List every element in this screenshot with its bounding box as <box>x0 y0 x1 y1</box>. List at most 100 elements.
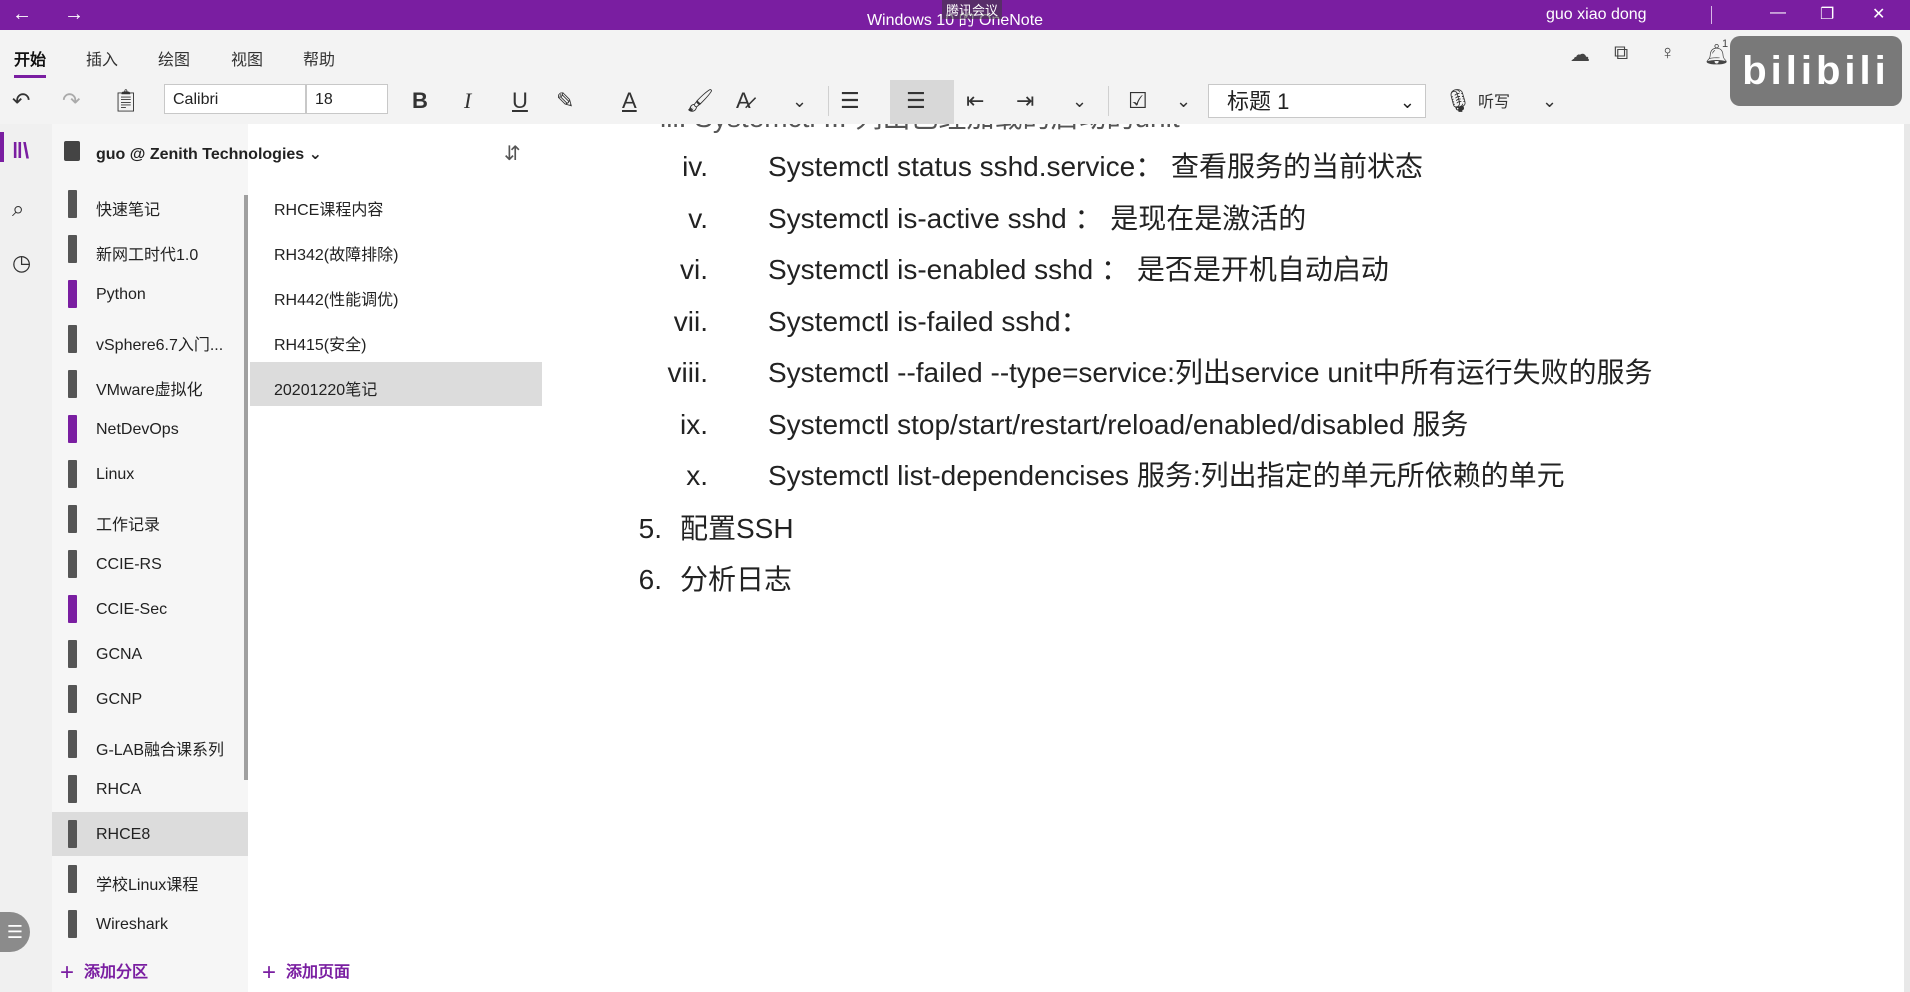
share-screen-icon[interactable]: ⧉ <box>1614 42 1628 65</box>
notebooks-icon[interactable]: ‖\ <box>12 138 29 164</box>
section-label: Python <box>96 286 146 303</box>
clear-format-icon[interactable]: A̷ <box>736 88 751 114</box>
section-item[interactable]: GCNA <box>52 632 248 676</box>
section-item[interactable]: GCNP <box>52 677 248 721</box>
section-label: CCIE-Sec <box>96 601 168 618</box>
page-item[interactable]: RHCE课程内容 <box>250 182 542 226</box>
section-item[interactable]: G-LAB融合课系列 <box>52 722 248 766</box>
section-label: RHCA <box>96 781 142 798</box>
meeting-overlay: 腾讯会议 <box>942 0 1003 19</box>
section-item[interactable]: 工作记录 <box>52 497 248 541</box>
clipboard-icon[interactable]: 📋︎ <box>112 88 140 114</box>
list-item-text: Systemctl stop/start/restart/reload/enab… <box>768 408 1469 440</box>
section-label: 快速笔记 <box>96 202 161 219</box>
more-chevron-icon[interactable]: ⌄ <box>792 88 807 114</box>
section-item[interactable]: 新网工时代1.0 <box>52 227 248 271</box>
user-name[interactable]: guo xiao dong <box>1546 6 1647 24</box>
list-item-text: 分析日志 <box>680 564 793 595</box>
close-button[interactable]: ✕ <box>1872 4 1885 24</box>
section-label: G-LAB融合课系列 <box>96 742 225 759</box>
decrease-indent-icon[interactable]: ⇤ <box>966 88 984 114</box>
section-color-tab <box>68 775 77 803</box>
dictate-chevron-icon[interactable]: ⌄ <box>1542 88 1557 114</box>
bilibili-watermark: bilibili <box>1730 36 1902 106</box>
tab-insert[interactable]: 插入 <box>86 46 118 70</box>
section-item[interactable]: Wireshark <box>52 902 248 946</box>
bold-button[interactable]: B <box>412 88 428 114</box>
section-scrollbar[interactable] <box>244 195 248 780</box>
format-painter-icon[interactable]: 🖌︎ <box>686 88 714 114</box>
tab-view[interactable]: 视图 <box>231 46 263 70</box>
underline-button[interactable]: U <box>512 88 528 114</box>
content-scrollbar[interactable] <box>1904 124 1910 992</box>
tab-help[interactable]: 帮助 <box>303 46 335 70</box>
roman-numeral: v. <box>688 202 708 234</box>
add-page-button[interactable]: + 添加页面 <box>262 958 350 987</box>
minimize-button[interactable]: — <box>1770 4 1786 22</box>
section-color-tab <box>68 415 77 443</box>
page-item[interactable]: RH342(故障排除) <box>250 227 542 271</box>
tag-chevron-icon[interactable]: ⌄ <box>1176 88 1191 114</box>
list-item-text: Systemctl is-failed sshd： <box>768 305 1089 337</box>
sort-pages-icon[interactable]: ⇵ <box>504 141 521 166</box>
lightbulb-icon[interactable]: ♀ <box>1660 42 1675 65</box>
section-color-tab <box>68 370 77 398</box>
highlighter-icon[interactable]: ✎ <box>556 88 574 114</box>
section-label: CCIE-RS <box>96 556 162 573</box>
undo-icon[interactable]: ↶ <box>12 88 30 114</box>
microphone-icon[interactable]: 🎙︎ <box>1444 88 1472 114</box>
font-color-icon[interactable]: A <box>622 88 637 114</box>
roman-numeral: viii. <box>667 357 708 388</box>
section-item[interactable]: Python <box>52 272 248 316</box>
title-bar: ← → Windows 10 的 OneNote 腾讯会议 guo xiao d… <box>0 0 1910 30</box>
section-item[interactable]: RHCE8 <box>52 812 248 856</box>
section-item[interactable]: NetDevOps <box>52 407 248 451</box>
style-dropdown[interactable]: 标题 1 ⌄ <box>1208 84 1426 118</box>
section-item[interactable]: CCIE-Sec <box>52 587 248 631</box>
page-item[interactable]: RH442(性能调优) <box>250 272 542 316</box>
notebook-header[interactable]: guo @ Zenith Technologies ⌄ ⇵ <box>52 124 542 166</box>
list-item-text: Systemctl --failed --type=service:列出serv… <box>768 357 1653 388</box>
section-item[interactable]: Linux <box>52 452 248 496</box>
page-canvas[interactable]: iii. Systemctl ... 列出已经加载的启动的unit iv. Sys… <box>542 124 1910 992</box>
page-item[interactable]: 20201220笔记 <box>250 362 542 406</box>
section-item[interactable]: 学校Linux课程 <box>52 857 248 901</box>
section-item[interactable]: RHCA <box>52 767 248 811</box>
notebook-icon <box>64 141 80 161</box>
restore-button[interactable]: ❐ <box>1820 4 1834 24</box>
section-label: GCNA <box>96 646 143 663</box>
font-name-field[interactable]: Calibri <box>164 84 306 114</box>
rail-active-indicator <box>0 132 4 162</box>
section-item[interactable]: 快速笔记 <box>52 182 248 226</box>
dictate-label[interactable]: 听写 <box>1478 90 1510 116</box>
section-color-tab <box>68 595 77 623</box>
section-item[interactable]: CCIE-RS <box>52 542 248 586</box>
section-label: 学校Linux课程 <box>96 877 199 894</box>
tab-draw[interactable]: 绘图 <box>158 46 190 70</box>
style-chevron-icon: ⌄ <box>1399 92 1415 112</box>
sync-icon[interactable]: ☁ <box>1570 42 1590 67</box>
list-options-chevron-icon[interactable]: ⌄ <box>1072 88 1087 114</box>
section-color-tab <box>68 190 77 218</box>
section-color-tab <box>68 325 77 353</box>
page-label: 20201220笔记 <box>274 382 378 399</box>
list-item-text: Systemctl list-dependencises 服务:列出指定的单元所… <box>768 460 1565 491</box>
list-item-text: Systemctl is-active sshd ： 是现在是激活的 <box>768 202 1307 234</box>
section-label: 工作记录 <box>96 517 161 534</box>
increase-indent-icon[interactable]: ⇥ <box>1016 88 1034 114</box>
page-item[interactable]: RH415(安全) <box>250 317 542 361</box>
bullet-list-icon[interactable]: ☰ <box>840 88 860 114</box>
recent-clock-icon[interactable]: ◷ <box>12 250 31 276</box>
add-section-button[interactable]: + 添加分区 <box>60 958 148 987</box>
todo-checkbox-icon[interactable]: ☑ <box>1128 88 1148 114</box>
redo-icon[interactable]: ↷ <box>62 88 80 114</box>
italic-button[interactable]: I <box>464 88 471 114</box>
ribbon-tabs: 开始 插入 绘图 视图 帮助 ☁ ⧉ ♀ 🔔︎ 1 <box>0 30 1910 80</box>
tab-home[interactable]: 开始 <box>14 46 47 78</box>
search-icon[interactable]: ⌕ <box>12 196 24 222</box>
section-item[interactable]: vSphere6.7入门... <box>52 317 248 361</box>
numbered-list-icon[interactable]: ☰ <box>906 88 926 114</box>
section-item[interactable]: VMware虚拟化 <box>52 362 248 406</box>
font-size-field[interactable]: 18 <box>306 84 388 114</box>
clipped-line: iii. Systemctl ... 列出已经加载的启动的unit <box>660 124 1180 136</box>
